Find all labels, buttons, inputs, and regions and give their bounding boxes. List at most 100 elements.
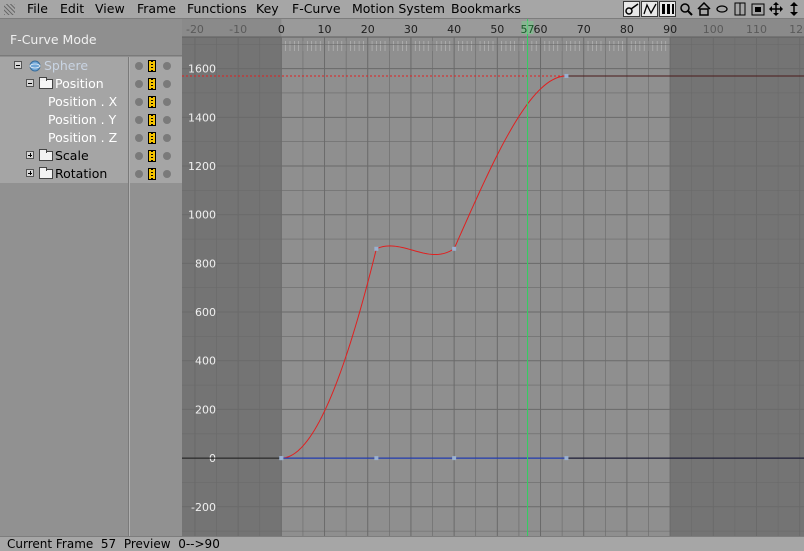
- link-icon[interactable]: [713, 1, 730, 17]
- keyframe-point: [452, 456, 456, 460]
- y-tick-label: 200: [195, 403, 216, 416]
- y-tick-label: 1600: [188, 63, 216, 76]
- menu-fcurve[interactable]: F-Curve: [292, 0, 341, 18]
- timeline-mode-icon[interactable]: [659, 1, 676, 17]
- grip-icon[interactable]: [4, 4, 15, 15]
- lock-dot-icon[interactable]: [163, 116, 171, 124]
- menu-file[interactable]: File: [27, 0, 48, 18]
- x-tick-label: -20: [186, 23, 204, 36]
- lock-dot-icon[interactable]: [163, 170, 171, 178]
- collapse-icon[interactable]: [14, 61, 22, 69]
- menu-bookmarks[interactable]: Bookmarks: [451, 0, 521, 18]
- mode-header: F-Curve Mode: [0, 19, 182, 56]
- menu-functions[interactable]: Functions: [187, 0, 247, 18]
- x-tick-label: 10: [318, 23, 332, 36]
- x-tick-label: 90: [663, 23, 677, 36]
- x-tick-label: -10: [229, 23, 247, 36]
- tree-row-rotation[interactable]: Rotation: [0, 165, 182, 183]
- x-tick-label: 0: [278, 23, 285, 36]
- film-track-icon[interactable]: [148, 60, 156, 72]
- visibility-dot-icon[interactable]: [135, 98, 143, 106]
- y-tick-label: 600: [195, 306, 216, 319]
- fcurve-graph[interactable]: -20-100102030405060708090100110120160014…: [182, 19, 804, 536]
- visibility-dot-icon[interactable]: [135, 116, 143, 124]
- preview-label: Preview: [124, 537, 171, 551]
- folder-icon: [39, 169, 53, 179]
- x-tick-label: 80: [620, 23, 634, 36]
- tree-row-scale[interactable]: Scale: [0, 147, 182, 165]
- lock-dot-icon[interactable]: [163, 80, 171, 88]
- frame-ruler-active: [281, 19, 670, 37]
- lock-dot-icon[interactable]: [163, 152, 171, 160]
- x-tick-label: 60: [534, 23, 548, 36]
- x-tick-label: 100: [703, 23, 724, 36]
- y-tick-label: 1400: [188, 111, 216, 124]
- keyframe-point: [452, 247, 456, 251]
- folder-icon: [39, 151, 53, 161]
- key-mode-icon[interactable]: [623, 1, 640, 17]
- lock-dot-icon[interactable]: [163, 134, 171, 142]
- film-track-icon[interactable]: [148, 168, 156, 180]
- view-toolbar: [623, 1, 802, 17]
- tree-label: Position . X: [48, 94, 117, 110]
- timeline-window: File Edit View Frame Functions Key F-Cur…: [0, 0, 804, 550]
- keyframe-point: [374, 456, 378, 460]
- folder-open-icon: [39, 79, 53, 89]
- expand-icon[interactable]: [26, 151, 34, 159]
- sphere-object-icon: [29, 60, 41, 72]
- x-tick-label: 110: [746, 23, 767, 36]
- mode-title: F-Curve Mode: [10, 32, 97, 47]
- menu-edit[interactable]: Edit: [60, 0, 84, 18]
- move-icon[interactable]: [767, 1, 784, 17]
- tree-row-position-y[interactable]: Position . Y: [0, 111, 182, 129]
- zoom-icon[interactable]: [677, 1, 694, 17]
- y-tick-label: -200: [191, 501, 216, 514]
- film-track-icon[interactable]: [148, 132, 156, 144]
- tree-label: Position: [55, 76, 104, 92]
- menu-motion-system[interactable]: Motion System: [352, 0, 445, 18]
- tree-row-position-x[interactable]: Position . X: [0, 93, 182, 111]
- expand-icon[interactable]: [26, 169, 34, 177]
- menu-bar: File Edit View Frame Functions Key F-Cur…: [0, 0, 804, 19]
- menu-frame[interactable]: Frame: [137, 0, 176, 18]
- y-tick-label: 400: [195, 355, 216, 368]
- lock-dot-icon[interactable]: [163, 62, 171, 70]
- fcurve-canvas[interactable]: -20-100102030405060708090100110120160014…: [182, 19, 804, 536]
- keyframe-point: [279, 456, 283, 460]
- scale-icon[interactable]: [785, 1, 802, 17]
- collapse-icon[interactable]: [26, 79, 34, 87]
- keyframe-point: [374, 247, 378, 251]
- visibility-dot-icon[interactable]: [135, 152, 143, 160]
- y-tick-label: 1200: [188, 160, 216, 173]
- visibility-dot-icon[interactable]: [135, 62, 143, 70]
- film-track-icon[interactable]: [148, 78, 156, 90]
- visibility-dot-icon[interactable]: [135, 134, 143, 142]
- tree-label: Rotation: [55, 166, 107, 182]
- x-tick-label: 30: [404, 23, 418, 36]
- fcurve-mode-icon[interactable]: [641, 1, 658, 17]
- tree-row-sphere[interactable]: Sphere: [0, 57, 182, 75]
- menu-key[interactable]: Key: [256, 0, 279, 18]
- tree-row-position-z[interactable]: Position . Z: [0, 129, 182, 147]
- current-frame-label: Current Frame: [7, 537, 93, 551]
- visibility-dot-icon[interactable]: [135, 170, 143, 178]
- x-tick-label: 40: [447, 23, 461, 36]
- frame-range-icon[interactable]: [731, 1, 748, 17]
- track-tree: Sphere Position Position . X Position . …: [0, 57, 182, 536]
- x-tick-label: 70: [577, 23, 591, 36]
- preview-range: 0-->90: [178, 537, 220, 551]
- keyframe-point: [564, 74, 568, 78]
- tree-row-position[interactable]: Position: [0, 75, 182, 93]
- column-divider[interactable]: [129, 57, 130, 536]
- film-track-icon[interactable]: [148, 114, 156, 126]
- status-text: Current Frame 57 Preview 0-->90: [7, 537, 220, 551]
- lock-dot-icon[interactable]: [163, 98, 171, 106]
- home-icon[interactable]: [695, 1, 712, 17]
- visibility-dot-icon[interactable]: [135, 80, 143, 88]
- tree-label: Position . Y: [48, 112, 116, 128]
- frame-all-icon[interactable]: [749, 1, 766, 17]
- film-track-icon[interactable]: [148, 96, 156, 108]
- film-track-icon[interactable]: [148, 150, 156, 162]
- x-tick-label: 120: [789, 23, 804, 36]
- menu-view[interactable]: View: [95, 0, 125, 18]
